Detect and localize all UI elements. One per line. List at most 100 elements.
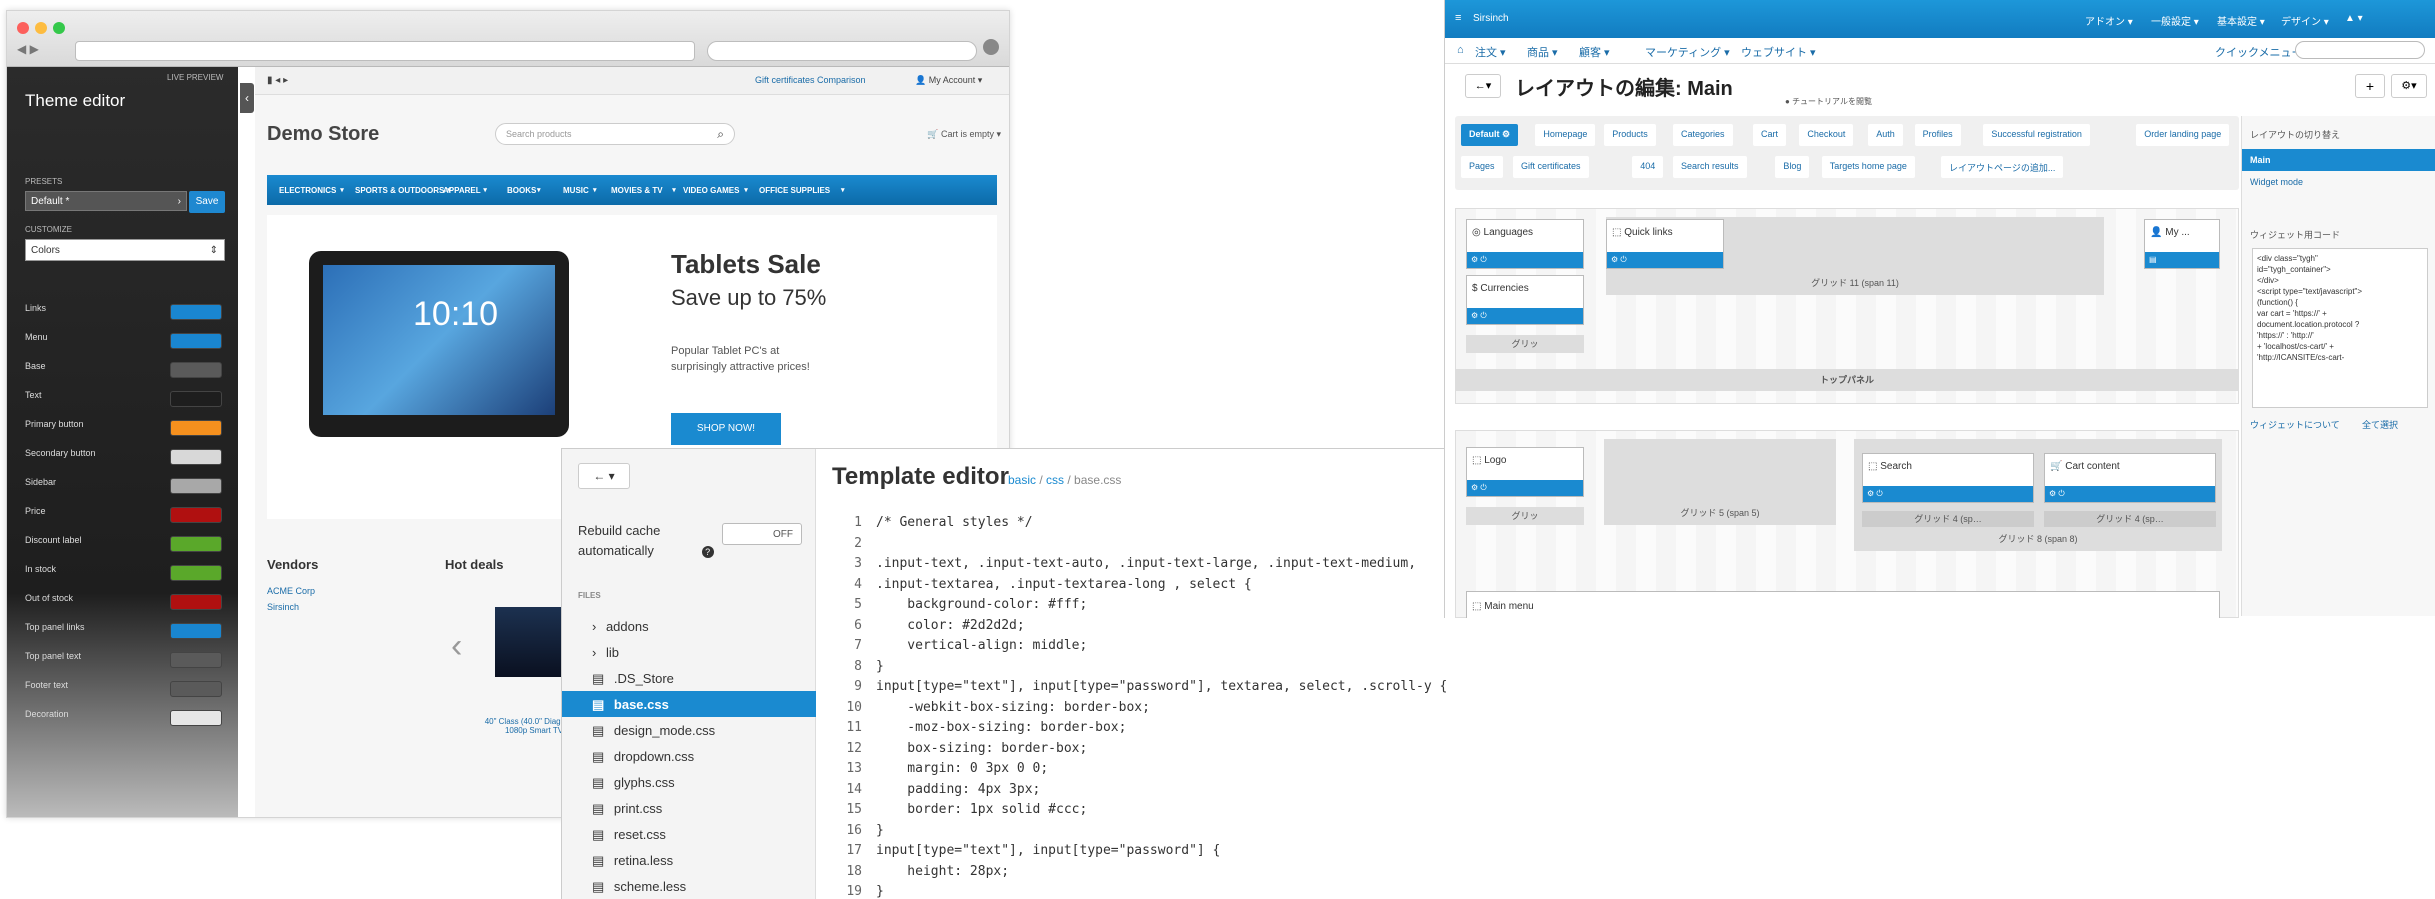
- maximize-dot-icon[interactable]: [53, 22, 65, 34]
- quick-menu-label[interactable]: クイックメニュー: [2215, 44, 2303, 60]
- color-swatch[interactable]: [170, 681, 222, 697]
- block-currencies[interactable]: $ Currencies ⚙ ⏻: [1466, 275, 1584, 325]
- breadcrumb-css[interactable]: css: [1046, 473, 1064, 487]
- color-swatch[interactable]: [170, 478, 222, 494]
- main-menu-item[interactable]: 商品 ▾: [1527, 44, 1558, 60]
- color-swatch[interactable]: [170, 333, 222, 349]
- layout-tab[interactable]: Products: [1604, 124, 1656, 146]
- product-image[interactable]: [495, 607, 565, 677]
- file-list-item[interactable]: › lib: [562, 639, 816, 665]
- color-swatch[interactable]: [170, 304, 222, 320]
- file-list-item[interactable]: ▤ base.css: [562, 691, 816, 717]
- address-bar[interactable]: [75, 41, 695, 61]
- vendor-link[interactable]: Sirsinch: [267, 599, 315, 615]
- topbar-icons[interactable]: ▮ ◂ ▸: [267, 75, 288, 86]
- back-forward-icon[interactable]: ◀ ▶: [17, 42, 39, 56]
- cart-widget[interactable]: 🛒 Cart is empty ▾: [927, 129, 1001, 140]
- category-nav-item[interactable]: MOVIES & TV: [611, 186, 663, 195]
- close-dot-icon[interactable]: [17, 22, 29, 34]
- home-icon[interactable]: ⌂: [1457, 44, 1464, 56]
- color-swatch[interactable]: [170, 362, 222, 378]
- grid-small[interactable]: グリッ: [1466, 507, 1584, 525]
- customize-select[interactable]: Colors ⇕: [25, 239, 225, 261]
- layout-tab[interactable]: Cart: [1753, 124, 1787, 146]
- color-swatch[interactable]: [170, 449, 222, 465]
- browser-search-bar[interactable]: [707, 41, 977, 61]
- layout-tab[interactable]: Pages: [1461, 156, 1503, 178]
- layout-tab[interactable]: Blog: [1775, 156, 1810, 178]
- category-nav-item[interactable]: SPORTS & OUTDOORS: [355, 186, 444, 195]
- back-button[interactable]: ←▾: [1465, 74, 1501, 98]
- settings-icon[interactable]: [983, 39, 999, 55]
- block-search[interactable]: ⬚ Search ⚙ ⏻: [1862, 453, 2034, 503]
- grid-span4a[interactable]: グリッド 4 (sp…: [1862, 511, 2034, 527]
- store-search-input[interactable]: Search products ⌕: [495, 123, 735, 145]
- category-nav-item[interactable]: ELECTRONICS: [279, 186, 336, 195]
- menu-icon[interactable]: ≡: [1455, 12, 1461, 24]
- widget-about-link[interactable]: ウィジェットについて: [2250, 418, 2340, 431]
- layout-tab[interactable]: Auth: [1868, 124, 1903, 146]
- main-menu-item[interactable]: 顧客 ▾: [1579, 44, 1610, 60]
- color-swatch[interactable]: [170, 565, 222, 581]
- file-list-item[interactable]: ▤ design_mode.css: [562, 717, 816, 743]
- file-list-item[interactable]: ▤ scheme.less: [562, 873, 816, 899]
- grid-span4b[interactable]: グリッド 4 (sp…: [2044, 511, 2216, 527]
- collapse-panel-button[interactable]: ‹: [240, 83, 254, 113]
- grid-span5[interactable]: グリッド 5 (span 5): [1604, 439, 1836, 525]
- top-menu-item[interactable]: 基本設定 ▾: [2217, 13, 2265, 28]
- main-menu-item[interactable]: ウェブサイト ▾: [1741, 44, 1816, 60]
- block-toolbar[interactable]: ▤: [2145, 252, 2219, 268]
- color-swatch[interactable]: [170, 710, 222, 726]
- tutorial-link[interactable]: ● チュートリアルを閲覧: [1785, 96, 1872, 107]
- block-main-menu[interactable]: ⬚ Main menu: [1466, 591, 2220, 618]
- main-menu-item[interactable]: マーケティング ▾: [1645, 44, 1730, 60]
- carousel-prev-icon[interactable]: ‹: [451, 627, 462, 666]
- layout-tab[interactable]: Targets home page: [1821, 156, 1915, 178]
- block-toolbar[interactable]: ⚙ ⏻: [1467, 308, 1583, 324]
- select-all-link[interactable]: 全て選択: [2362, 418, 2398, 431]
- store-logo[interactable]: Demo Store: [267, 123, 379, 146]
- color-swatch[interactable]: [170, 536, 222, 552]
- layout-tab[interactable]: Homepage: [1535, 124, 1596, 146]
- block-languages[interactable]: ◎ Languages ⚙ ⏻: [1466, 219, 1584, 269]
- block-toolbar[interactable]: ⚙ ⏻: [1467, 480, 1583, 496]
- color-swatch[interactable]: [170, 623, 222, 639]
- color-swatch[interactable]: [170, 652, 222, 668]
- save-button[interactable]: Save: [189, 191, 225, 213]
- top-links[interactable]: Gift certificates Comparison: [755, 75, 866, 85]
- vendor-link[interactable]: ACME Corp: [267, 583, 315, 599]
- layout-tab[interactable]: Default ⚙: [1461, 124, 1519, 146]
- layout-tab[interactable]: 404: [1632, 156, 1664, 178]
- category-nav-item[interactable]: APPAREL: [443, 186, 481, 195]
- main-menu-item[interactable]: 注文 ▾: [1475, 44, 1506, 60]
- gear-icon[interactable]: ⚙▾: [2391, 74, 2427, 98]
- color-swatch[interactable]: [170, 507, 222, 523]
- file-list-item[interactable]: ▤ retina.less: [562, 847, 816, 873]
- layout-tab[interactable]: Checkout: [1799, 124, 1854, 146]
- block-my-account[interactable]: 👤 My ... ▤: [2144, 219, 2220, 269]
- file-list-item[interactable]: ▤ print.css: [562, 795, 816, 821]
- file-list-item[interactable]: › addons: [562, 613, 816, 639]
- back-button[interactable]: ← ▾: [578, 463, 630, 489]
- category-nav-item[interactable]: VIDEO GAMES: [683, 186, 739, 195]
- layout-main[interactable]: Main: [2242, 149, 2435, 171]
- top-menu-item[interactable]: ▲ ▾: [2345, 13, 2363, 24]
- color-swatch[interactable]: [170, 420, 222, 436]
- layout-tab[interactable]: Profiles: [1914, 124, 1961, 146]
- file-list-item[interactable]: ▤ dropdown.css: [562, 743, 816, 769]
- code-editor[interactable]: 1 /* General styles */ 2 3 .input-text, .inp…: [832, 513, 1447, 899]
- layout-tab[interactable]: Successful registration: [1983, 124, 2090, 146]
- block-toolbar[interactable]: ⚙ ⏻: [1607, 252, 1723, 268]
- color-swatch[interactable]: [170, 391, 222, 407]
- preset-select[interactable]: Default * ›: [25, 191, 187, 211]
- help-icon[interactable]: ?: [701, 546, 714, 558]
- block-cart-content[interactable]: 🛒 Cart content ⚙ ⏻: [2044, 453, 2216, 503]
- block-quick-links[interactable]: ⬚ Quick links ⚙ ⏻: [1606, 219, 1724, 269]
- block-toolbar[interactable]: ⚙ ⏻: [1863, 486, 2033, 502]
- widget-code-textarea[interactable]: <div class="tygh" id="tygh_container"> <…: [2252, 248, 2428, 408]
- breadcrumb-basic[interactable]: basic: [1008, 473, 1036, 487]
- top-menu-item[interactable]: デザイン ▾: [2281, 13, 2329, 28]
- layout-tab[interactable]: Categories: [1673, 124, 1733, 146]
- layout-tab[interactable]: Gift certificates: [1513, 156, 1589, 178]
- top-menu-item[interactable]: 一般設定 ▾: [2151, 13, 2199, 28]
